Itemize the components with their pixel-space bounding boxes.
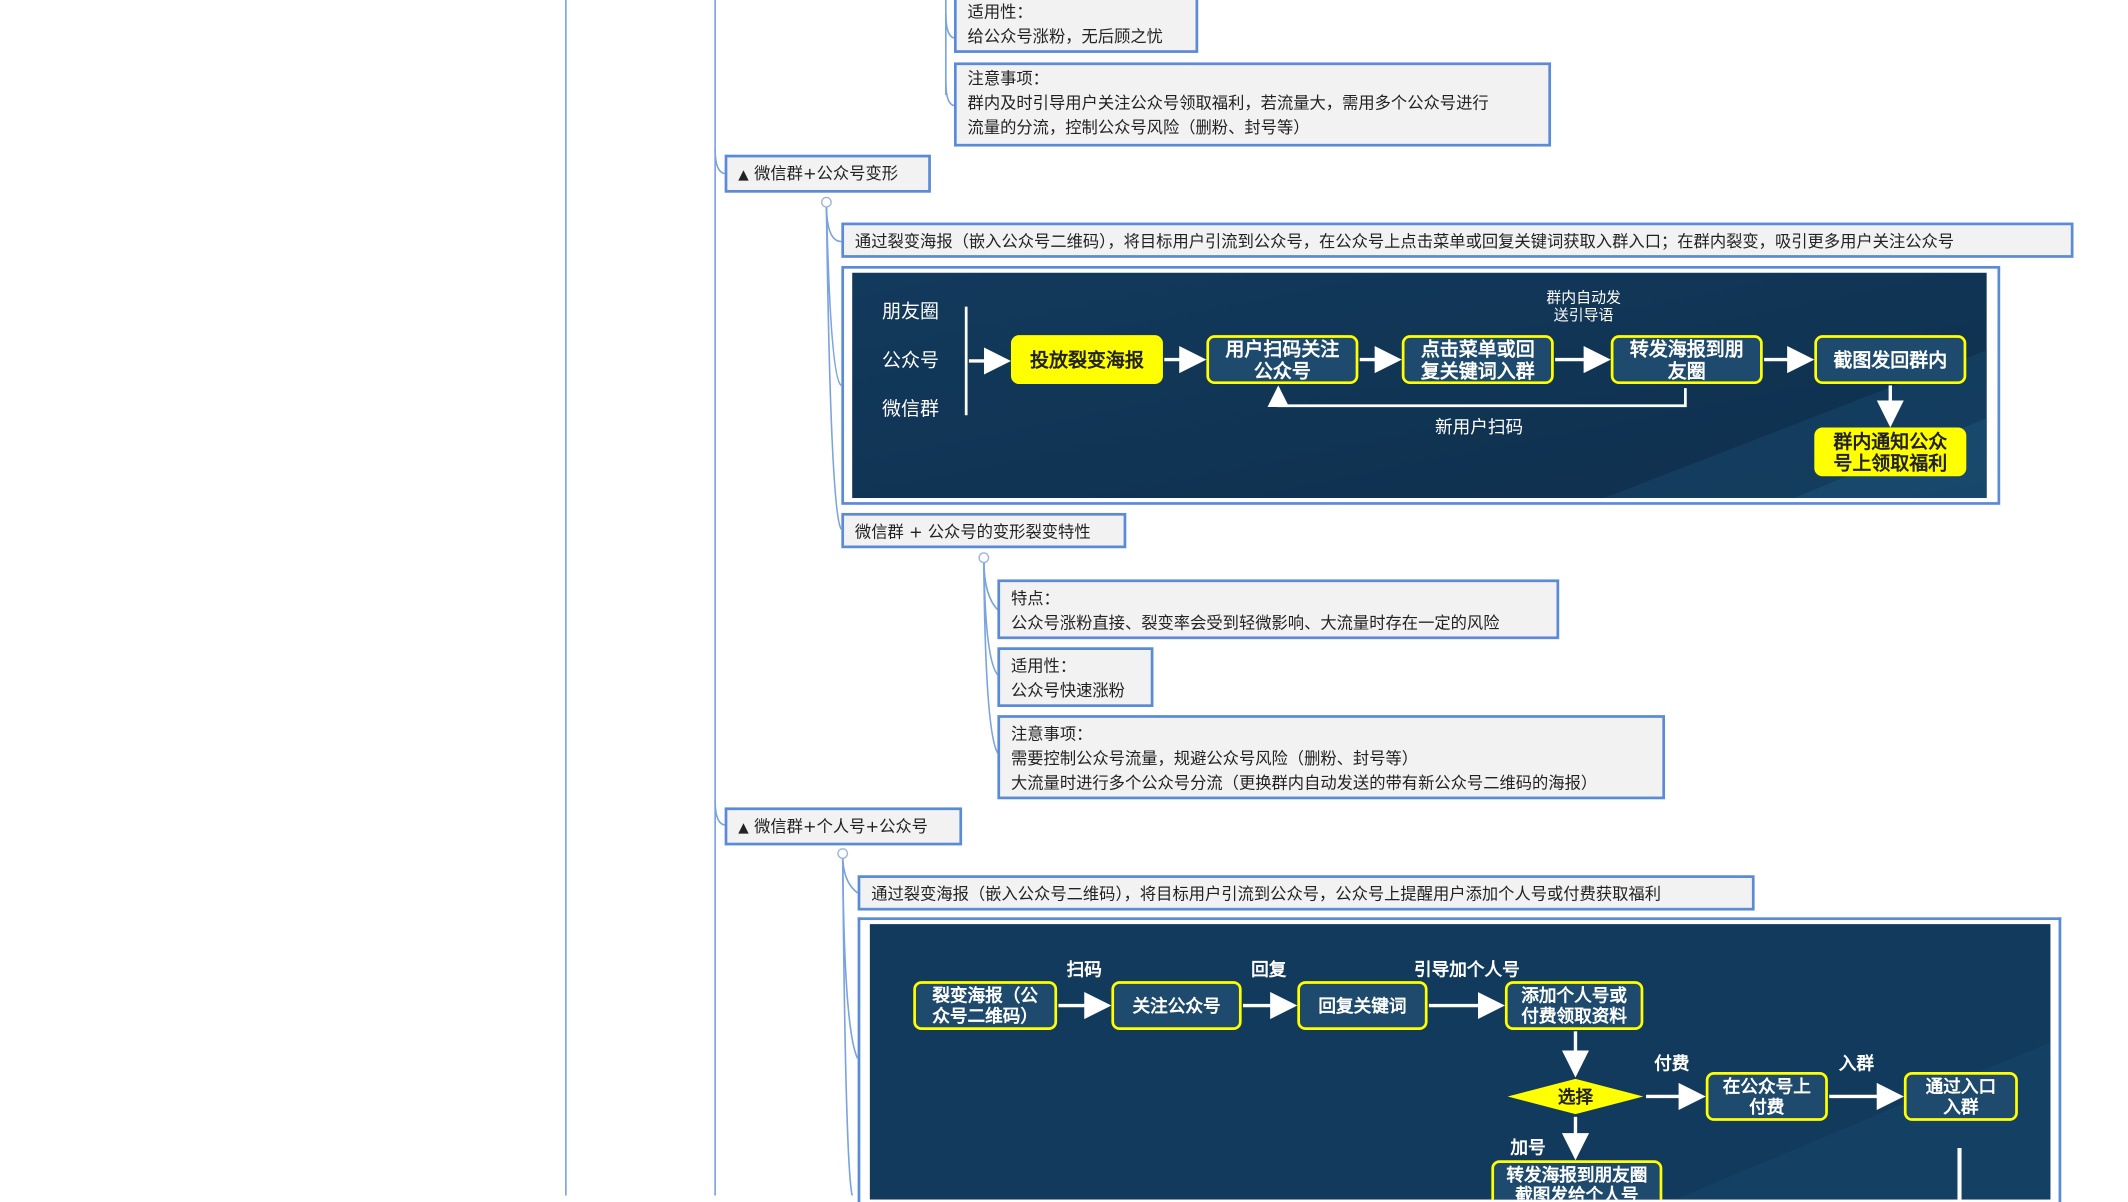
topic2-description: 通过裂变海报（嵌入公众号二维码），将目标用户引流到公众号，公众号上提醒用户添加个… xyxy=(871,884,1661,904)
feature-label: 特点： xyxy=(1010,588,1060,608)
applicability-text: 给公众号涨粉，无后顾之忧 xyxy=(967,27,1163,47)
applicability-node[interactable]: 适用性： 公众号快速涨粉 xyxy=(997,647,1154,707)
flow-note-label: 群内自动发送引导语 xyxy=(1546,289,1621,325)
flow-step-label: 关注公众号 xyxy=(1132,995,1220,1017)
notes-label: 注意事项： xyxy=(967,69,1049,89)
notes-node[interactable]: 注意事项： 需要控制公众号流量，规避公众号风险（删粉、封号等） 大流量时进行多个… xyxy=(997,715,1666,800)
topic-wechat-group-personal-official[interactable]: ▲ 微信群+个人号+公众号 xyxy=(724,807,963,846)
flow-source-label: 朋友圈 xyxy=(882,301,939,323)
flow-step-label: 点击菜单或回复关键词入群 xyxy=(1420,338,1535,383)
collapse-toggle-icon[interactable] xyxy=(837,848,849,859)
feature-node[interactable]: 特点： 公众号涨粉直接、裂变率会受到轻微影响、大流量时存在一定的风险 xyxy=(997,579,1560,640)
flow-step-label: 回复关键词 xyxy=(1318,995,1406,1017)
flow-step-label: 截图发回群内 xyxy=(1833,348,1947,371)
notes-label: 注意事项： xyxy=(1010,724,1093,744)
topic-title: 微信群+公众号变形 xyxy=(754,164,899,184)
collapse-triangle-icon[interactable]: ▲ xyxy=(738,168,748,183)
topic-wechat-group-official-account[interactable]: ▲ 微信群+公众号变形 xyxy=(724,154,931,193)
topic2-flow-image[interactable]: 裂变海报（公众号二维码） 关注公众号 回复关键词 添加个人号或付费领取资料 选择 在公众号… xyxy=(857,917,2062,1202)
collapse-toggle-icon[interactable] xyxy=(820,196,832,208)
topic1-subtopic-node[interactable]: 微信群 + 公众号的变形裂变特性 xyxy=(841,512,1127,549)
applicability-text: 公众号快速涨粉 xyxy=(1010,681,1125,701)
notes-text-1: 群内及时引导用户关注公众号领取福利，若流量大，需用多个公众号进行 xyxy=(967,93,1489,113)
topic2-flow-diagram: 裂变海报（公众号二维码）关注公众号 回复关键词添加个人号或付费领取资料选择在公众号… xyxy=(869,924,2051,1200)
topic2-description-node[interactable]: 通过裂变海报（嵌入公众号二维码），将目标用户引流到公众号，公众号上提醒用户添加个… xyxy=(857,875,1755,911)
collapse-triangle-icon[interactable]: ▲ xyxy=(738,821,748,836)
topic1-subtopic-title: 微信群 + 公众号的变形裂变特性 xyxy=(854,522,1091,542)
notes-text-2: 大流量时进行多个公众号分流（更换群内自动发送的带有新公众号二维码的海报） xyxy=(1010,773,1598,793)
flow-source-label: 公众号 xyxy=(882,349,939,371)
topic1-description-node[interactable]: 通过裂变海报（嵌入公众号二维码），将目标用户引流到公众号，在公众号上点击菜单或回… xyxy=(841,222,2074,258)
flow-step-label: 群内通知公众号上领取福利 xyxy=(1832,430,1947,475)
flow-edge-label: 引导加个人号 xyxy=(1414,960,1520,981)
feature-text: 公众号涨粉直接、裂变率会受到轻微影响、大流量时存在一定的风险 xyxy=(1010,613,1500,633)
topic1-flow-diagram: 朋友圈公众号微信群 投放裂变海报 用户扫码关注公众号点击菜单或回复关键词入群转发海… xyxy=(852,272,1987,499)
notes-text-1: 需要控制公众号流量，规避公众号风险（删粉、封号等） xyxy=(1010,749,1419,769)
notes-text-2: 流量的分流，控制公众号风险（删粉、封号等） xyxy=(967,118,1310,138)
flow-loop-label: 新用户扫码 xyxy=(1435,417,1523,438)
flow-step-label: 裂变海报（公众号二维码） xyxy=(932,985,1038,1027)
applicability-label: 适用性： xyxy=(1010,656,1077,676)
flow-step-label: 选择 xyxy=(1558,1086,1594,1108)
notes-node-top[interactable]: 注意事项： 群内及时引导用户关注公众号领取福利，若流量大，需用多个公众号进行 流… xyxy=(953,62,1552,147)
collapse-toggle-icon[interactable] xyxy=(978,552,990,564)
topic1-flow-image[interactable]: 朋友圈 公众号 微信群 投放裂变海报 用户扫码关注公众号 点击菜单或回复关键词入群 转发海… xyxy=(841,265,2001,505)
topic1-description: 通过裂变海报（嵌入公众号二维码），将目标用户引流到公众号，在公众号上点击菜单或回… xyxy=(854,232,1955,252)
flow-edge-label: 付费 xyxy=(1654,1052,1690,1074)
flow-step-label: 转发海报到朋友圈截图发给个人号 xyxy=(1506,1164,1647,1200)
flow-edge-label: 扫码 xyxy=(1067,959,1102,981)
applicability-label: 适用性： xyxy=(967,2,1033,22)
topic-title: 微信群+个人号+公众号 xyxy=(754,816,928,836)
flow-edge-label: 入群 xyxy=(1839,1052,1875,1074)
flow-step-label: 添加个人号或付费领取资料 xyxy=(1521,985,1627,1027)
flow-step-label: 投放裂变海报 xyxy=(1030,348,1144,371)
flow-source-label: 微信群 xyxy=(882,398,939,420)
mindmap-canvas: 适用性： 给公众号涨粉，无后顾之忧 注意事项： 群内及时引导用户关注公众号领取福… xyxy=(0,0,2128,1202)
applicability-node-top[interactable]: 适用性： 给公众号涨粉，无后顾之忧 xyxy=(953,0,1199,53)
flow-edge-label: 回复 xyxy=(1251,959,1287,981)
flow-edge-label: 加号 xyxy=(1509,1137,1545,1158)
